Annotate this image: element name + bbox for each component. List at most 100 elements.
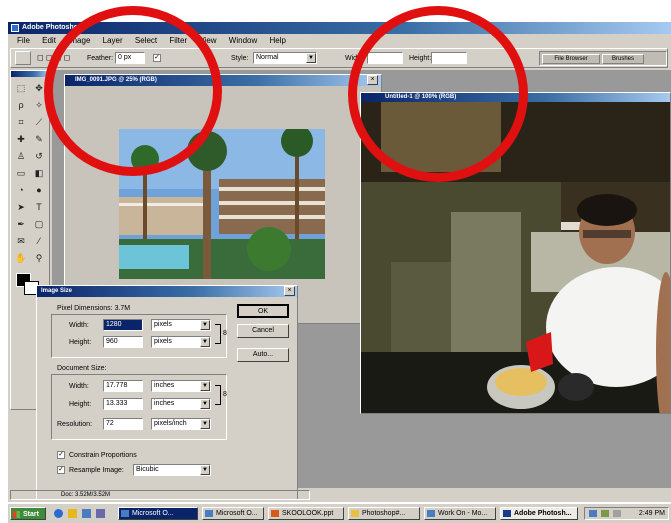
marquee-tool-icon[interactable]: ⬚ (13, 81, 29, 96)
tray-icon[interactable] (589, 510, 597, 517)
style-select[interactable]: Normal ▼ (253, 52, 317, 64)
browser-icon (427, 510, 435, 517)
history-brush-icon[interactable]: ↺ (31, 149, 47, 164)
cancel-button[interactable]: Cancel (237, 324, 289, 338)
resample-image-checkbox[interactable]: ✓ (57, 466, 65, 474)
eraser-tool-icon[interactable]: ▭ (13, 166, 29, 181)
tray-icon[interactable] (601, 510, 609, 517)
chevron-down-icon: ▼ (200, 465, 210, 475)
pen-tool-icon[interactable]: ✒ (13, 217, 29, 232)
taskbar-item-4[interactable]: Photoshop#... (348, 507, 420, 520)
menu-file[interactable]: File (12, 35, 35, 47)
hand-tool-icon[interactable]: ✋ (13, 251, 29, 266)
palette-well: File Browser Brushes (539, 51, 667, 66)
healing-brush-icon[interactable]: ✚ (13, 132, 29, 147)
doc-height-label: Height: (69, 401, 92, 408)
path-select-icon[interactable]: ➤ (13, 200, 29, 215)
crop-tool-icon[interactable]: ⌗ (13, 115, 29, 130)
doc-info: Doc: 3.52M/3.52M (61, 492, 111, 498)
start-button[interactable]: Start (10, 507, 46, 520)
resample-method-select[interactable]: Bicubic ▼ (133, 464, 211, 476)
resolution-unit-select[interactable]: pixels/inch ▼ (151, 418, 211, 430)
image-size-dialog: Image Size × Pixel Dimensions: 3.7M Widt… (36, 285, 298, 500)
blur-tool-icon[interactable]: ◔ (13, 183, 29, 198)
dodge-tool-icon[interactable]: ● (31, 183, 47, 198)
ie-icon[interactable] (54, 509, 63, 518)
resolution-unit-value: pixels/inch (154, 420, 187, 427)
taskbar-item-2[interactable]: Microsoft O... (202, 507, 264, 520)
marquee-tool-preset[interactable] (15, 51, 31, 65)
folder-icon (351, 510, 359, 517)
zoom-tool-icon[interactable]: ⚲ (31, 251, 47, 266)
taskbar-item-3[interactable]: SKOOLOOK.ppt (268, 507, 344, 520)
chain-link-icon: 8 (223, 330, 227, 337)
desktop-icon[interactable] (82, 509, 91, 518)
type-tool-icon[interactable]: T (31, 200, 47, 215)
clock: 2:49 PM (638, 510, 665, 517)
annotation-circle-left (44, 6, 222, 176)
auto-button[interactable]: Auto... (237, 348, 289, 362)
windows-logo-icon (13, 511, 20, 518)
pixel-height-unit-select[interactable]: pixels ▼ (151, 336, 211, 348)
shape-tool-icon[interactable]: ▢ (31, 217, 47, 232)
gradient-tool-icon[interactable]: ◧ (31, 166, 47, 181)
doc-width-unit-select[interactable]: inches ▼ (151, 380, 211, 392)
dialog-title: Image Size (41, 288, 73, 294)
doc-width-field[interactable]: 17.778 (103, 380, 143, 392)
constrain-proportions-checkbox[interactable]: ✓ (57, 451, 65, 459)
status-bar: Doc: 3.52M/3.52M (10, 490, 310, 500)
quick-launch (52, 508, 112, 519)
notes-tool-icon[interactable]: ✉ (13, 234, 29, 249)
taskbar-item-1-label: Microsoft O... (132, 510, 174, 517)
tray-icon[interactable] (613, 510, 621, 517)
taskbar-item-5[interactable]: Work On - Mo... (424, 507, 496, 520)
stamp-tool-icon[interactable]: ♙ (13, 149, 29, 164)
brush-tool-icon[interactable]: ✎ (31, 132, 47, 147)
pixel-link-bracket-icon (215, 324, 221, 344)
outlook-icon[interactable] (68, 509, 77, 518)
system-tray: 2:49 PM (584, 507, 669, 520)
style-value: Normal (256, 54, 279, 61)
chevron-down-icon: ▼ (200, 381, 210, 391)
chevron-down-icon: ▼ (306, 53, 316, 63)
pixel-width-unit-value: pixels (154, 321, 172, 328)
chevron-down-icon: ▼ (200, 399, 210, 409)
lasso-tool-icon[interactable]: ρ (13, 98, 29, 113)
resolution-label: Resolution: (57, 421, 93, 428)
doc-height-unit-select[interactable]: inches ▼ (151, 398, 211, 410)
app-icon (11, 24, 19, 32)
pixel-height-field[interactable]: 960 (103, 336, 143, 348)
photoshop-icon (503, 510, 511, 517)
word-icon (121, 510, 129, 517)
doc-width-label: Width: (69, 383, 89, 390)
menu-window[interactable]: Window (224, 35, 262, 47)
eyedropper-icon[interactable]: ⁄ (31, 234, 47, 249)
dialog-close-icon[interactable]: × (284, 286, 295, 296)
taskbar-item-3-label: SKOOLOOK.ppt (282, 510, 334, 517)
taskbar-item-6-label: Adobe Photosh... (514, 510, 572, 517)
tab-file-browser[interactable]: File Browser (542, 54, 600, 64)
chain-link-icon: 8 (223, 391, 227, 398)
tab-brushes[interactable]: Brushes (602, 54, 644, 64)
taskbar-item-6[interactable]: Adobe Photosh... (500, 507, 578, 520)
pixel-width-field[interactable]: 1280 (103, 319, 143, 331)
taskbar-item-1[interactable]: Microsoft O... (118, 507, 198, 520)
document-size-label: Document Size: (57, 365, 107, 372)
doc-height-field[interactable]: 13.333 (103, 398, 143, 410)
chevron-down-icon: ▼ (200, 320, 210, 330)
taskbar-item-5-label: Work On - Mo... (438, 510, 488, 517)
resolution-field[interactable]: 72 (103, 418, 143, 430)
resample-method-value: Bicubic (136, 466, 159, 473)
dialog-titlebar[interactable]: Image Size (37, 286, 297, 297)
pixel-width-unit-select[interactable]: pixels ▼ (151, 319, 211, 331)
media-icon[interactable] (96, 509, 105, 518)
slice-tool-icon[interactable]: ⟋ (31, 115, 47, 130)
menu-help[interactable]: Help (264, 35, 290, 47)
ok-button[interactable]: OK (237, 304, 289, 318)
chevron-down-icon: ▼ (200, 337, 210, 347)
doc-link-bracket-icon (215, 385, 221, 405)
annotation-circle-right (348, 6, 528, 182)
pixel-width-label: Width: (69, 322, 89, 329)
doc-height-unit-value: inches (154, 400, 175, 407)
constrain-proportions-label: Constrain Proportions (69, 452, 137, 459)
